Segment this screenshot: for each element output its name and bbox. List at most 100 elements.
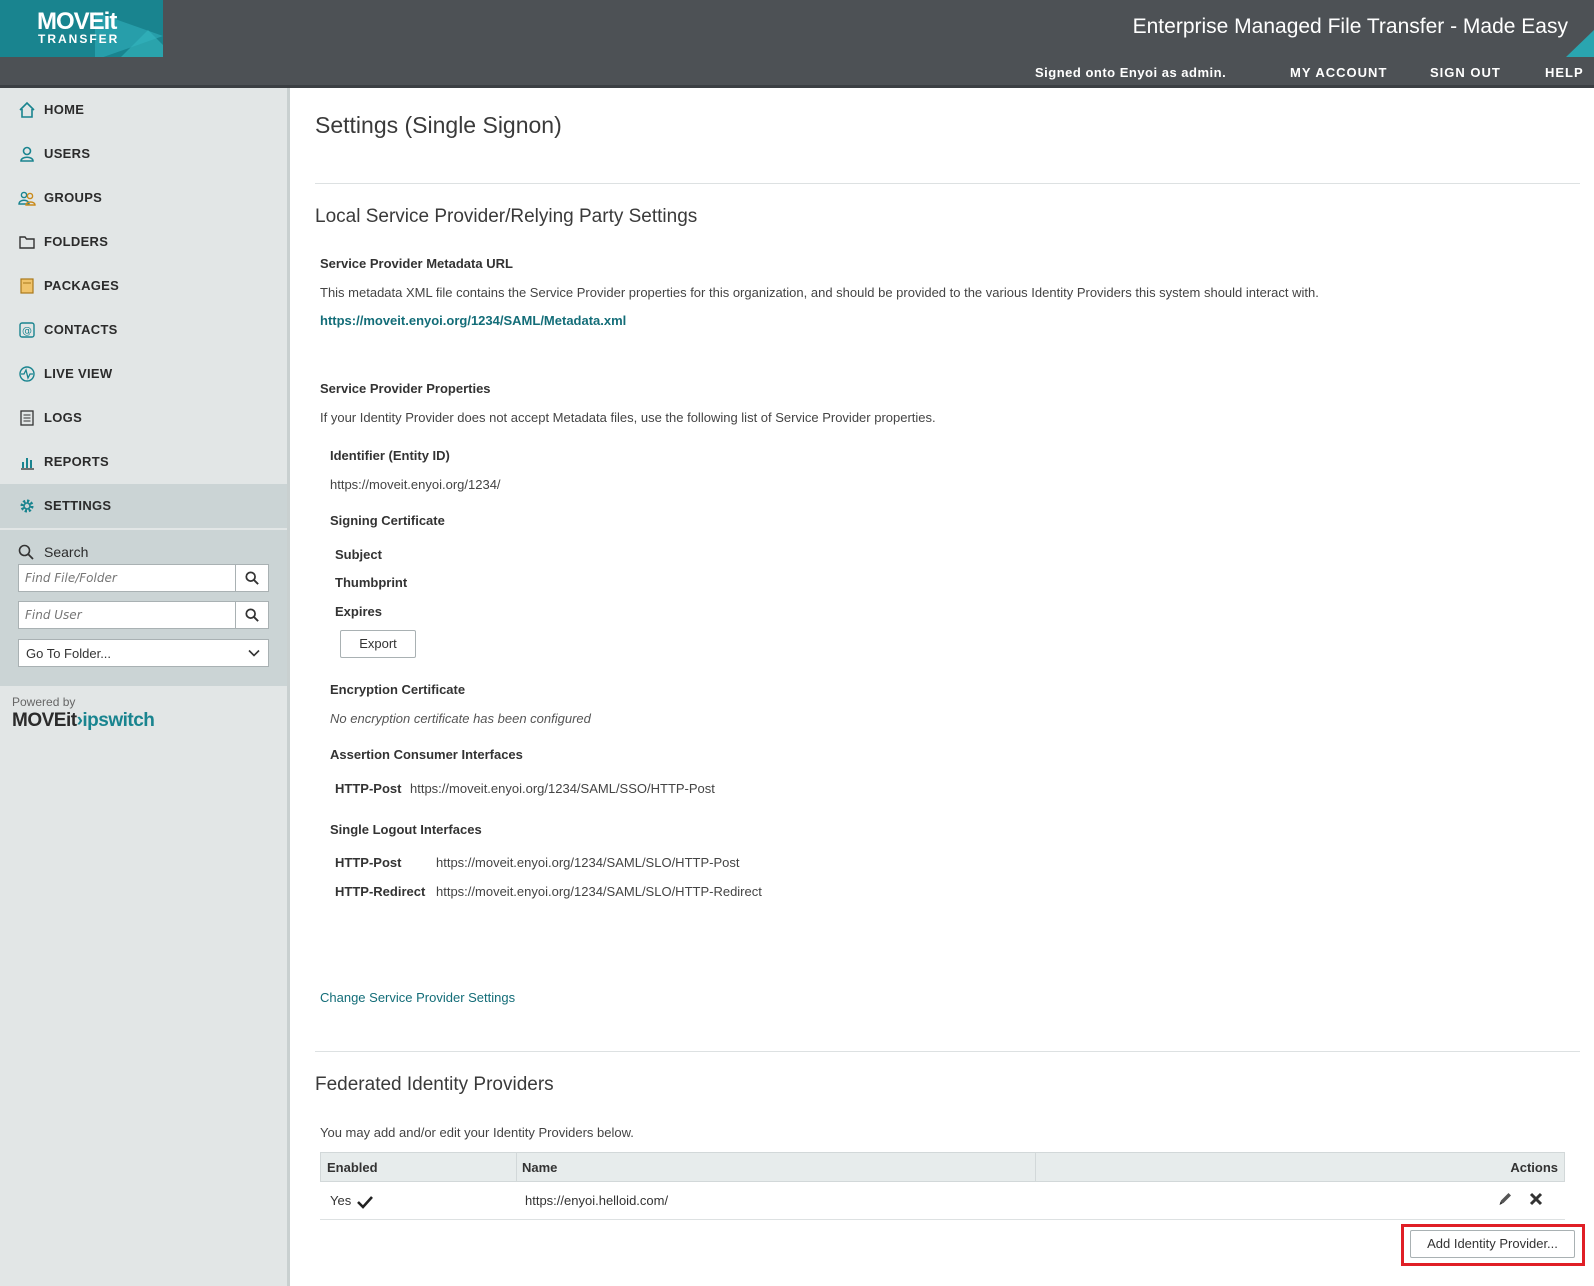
svg-text:@: @ [22, 326, 32, 337]
search-icon [18, 544, 34, 560]
enabled-value: Yes [330, 1193, 352, 1208]
acs-url: https://moveit.enyoi.org/1234/SAML/SSO/H… [410, 781, 715, 796]
slo-binding: HTTP-Redirect [335, 884, 426, 899]
encryption-cert-value: No encryption certificate has been confi… [330, 711, 591, 726]
find-user-search-button[interactable] [235, 602, 268, 628]
sidebar-item-logs[interactable]: LOGS [0, 396, 287, 440]
sp-properties-label: Service Provider Properties [320, 381, 491, 396]
sp-section-title: Local Service Provider/Relying Party Set… [315, 206, 698, 227]
column-header-enabled[interactable]: Enabled [327, 1160, 378, 1175]
sidebar-item-contacts[interactable]: @ CONTACTS [0, 308, 287, 352]
find-file-input[interactable] [19, 565, 236, 591]
find-user-input[interactable] [19, 602, 236, 628]
sidebar-item-settings[interactable]: SETTINGS [0, 484, 287, 528]
main-content: Settings (Single Signon) Local Service P… [290, 88, 1594, 1286]
sidebar: HOME USERS GROUPS FOLDERS PACKAGES @ CON… [0, 88, 290, 1286]
moveit-logo[interactable]: MOVEit TRANSFER [0, 0, 163, 57]
slo-binding: HTTP-Post [335, 855, 402, 870]
sidebar-item-reports[interactable]: REPORTS [0, 440, 287, 484]
search-icon [245, 608, 259, 622]
logo-subtext: TRANSFER [38, 32, 120, 46]
idp-description: You may add and/or edit your Identity Pr… [320, 1125, 634, 1140]
slo-label: Single Logout Interfaces [330, 822, 482, 837]
column-header-actions: Actions [1510, 1160, 1558, 1175]
idp-section-title: Federated Identity Providers [315, 1074, 554, 1095]
report-icon [21, 458, 34, 470]
sidebar-item-label: USERS [44, 146, 91, 161]
export-button[interactable]: Export [340, 630, 416, 658]
ipswitch-brand[interactable]: MOVEit›ipswitch [12, 710, 155, 732]
idp-name[interactable]: https://enyoi.helloid.com/ [525, 1193, 668, 1208]
home-icon [19, 101, 35, 118]
sidebar-item-groups[interactable]: GROUPS [0, 176, 287, 220]
signed-in-text: Signed onto Enyoi as admin. [1035, 65, 1227, 80]
metadata-url-label: Service Provider Metadata URL [320, 256, 513, 271]
column-header-name[interactable]: Name [522, 1160, 557, 1175]
sidebar-item-folders[interactable]: FOLDERS [0, 220, 287, 264]
package-icon [20, 278, 34, 294]
sidebar-item-label: LOGS [44, 410, 83, 425]
subject-label: Subject [335, 547, 382, 562]
sidebar-item-label: FOLDERS [44, 234, 109, 249]
search-icon [245, 571, 259, 585]
change-sp-settings-link[interactable]: Change Service Provider Settings [320, 990, 515, 1005]
go-to-folder-value: Go To Folder... [26, 646, 112, 661]
metadata-description: This metadata XML file contains the Serv… [320, 285, 1319, 300]
column-divider [1035, 1153, 1036, 1181]
sidebar-item-users[interactable]: USERS [0, 132, 287, 176]
edit-pencil-icon[interactable] [1497, 1191, 1513, 1207]
my-account-link[interactable]: MY ACCOUNT [1290, 65, 1387, 80]
contact-icon: @ [19, 322, 35, 338]
expires-label: Expires [335, 604, 382, 619]
logo-text: MOVEit [37, 8, 117, 35]
sp-properties-description: If your Identity Provider does not accep… [320, 410, 936, 425]
metadata-url-link[interactable]: https://moveit.enyoi.org/1234/SAML/Metad… [320, 313, 626, 328]
sidebar-item-label: HOME [44, 102, 85, 117]
slo-url: https://moveit.enyoi.org/1234/SAML/SLO/H… [436, 884, 762, 899]
entity-id-label: Identifier (Entity ID) [330, 448, 450, 463]
idp-table-header: Enabled Name Actions [320, 1152, 1565, 1182]
sign-out-link[interactable]: SIGN OUT [1430, 65, 1501, 80]
sidebar-item-packages[interactable]: PACKAGES [0, 264, 287, 308]
column-divider [516, 1153, 517, 1181]
tagline: Enterprise Managed File Transfer - Made … [1132, 15, 1568, 38]
acs-label: Assertion Consumer Interfaces [330, 747, 523, 762]
find-file-search [18, 564, 269, 592]
corner-accent [1566, 30, 1594, 57]
acs-binding: HTTP-Post [335, 781, 402, 796]
user-icon [20, 146, 34, 162]
sidebar-item-live-view[interactable]: LIVE VIEW [0, 352, 287, 396]
user-bar: Signed onto Enyoi as admin. MY ACCOUNT S… [0, 57, 1594, 88]
log-icon [20, 410, 34, 426]
add-identity-provider-button[interactable]: Add Identity Provider... [1410, 1230, 1575, 1258]
sidebar-item-label: CONTACTS [44, 322, 118, 337]
folder-icon [19, 236, 35, 249]
divider [315, 183, 1580, 184]
encryption-cert-label: Encryption Certificate [330, 682, 466, 697]
sidebar-item-label: SETTINGS [44, 498, 112, 513]
group-icon [18, 191, 36, 206]
live-view-icon [19, 366, 35, 382]
sidebar-item-home[interactable]: HOME [0, 88, 287, 132]
entity-id-value: https://moveit.enyoi.org/1234/ [330, 477, 501, 492]
slo-url: https://moveit.enyoi.org/1234/SAML/SLO/H… [436, 855, 740, 870]
find-file-search-button[interactable] [235, 565, 268, 591]
gear-icon [20, 499, 34, 513]
brand-moveit: MOVEit [12, 710, 77, 731]
top-header: MOVEit TRANSFER Enterprise Managed File … [0, 0, 1594, 57]
brand-ipswitch: ipswitch [82, 710, 155, 731]
logo-shape [118, 30, 163, 57]
go-to-folder-select[interactable]: Go To Folder... [18, 639, 269, 667]
sidebar-item-label: GROUPS [44, 190, 103, 205]
help-link[interactable]: HELP [1545, 65, 1584, 80]
thumbprint-label: Thumbprint [335, 575, 408, 590]
signing-cert-label: Signing Certificate [330, 513, 445, 528]
search-panel: Search Go To Folder... [0, 530, 287, 686]
chevron-down-icon [248, 649, 260, 657]
delete-x-icon[interactable] [1528, 1191, 1544, 1207]
checkmark-icon [357, 1196, 373, 1209]
sidebar-item-label: REPORTS [44, 454, 109, 469]
page-title: Settings (Single Signon) [315, 112, 562, 138]
divider [315, 1051, 1580, 1052]
sidebar-item-label: PACKAGES [44, 278, 120, 293]
